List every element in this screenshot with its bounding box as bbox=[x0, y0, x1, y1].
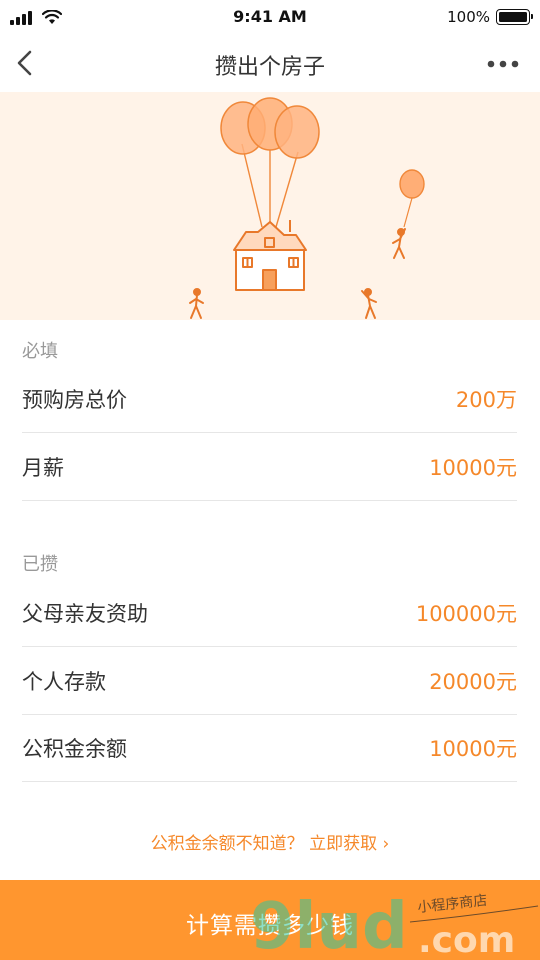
housing-fund-lookup-link[interactable]: 公积金余额不知道？ 立即获取 › bbox=[0, 829, 540, 854]
nav-bar: 攒出个房子 bbox=[0, 34, 540, 92]
row-label: 预购房总价 bbox=[22, 388, 127, 412]
calculate-button[interactable]: 计算需攒多少钱 bbox=[0, 880, 540, 960]
row-value[interactable]: 100000元 bbox=[416, 598, 517, 628]
row-value[interactable]: 200万 bbox=[456, 384, 517, 414]
row-value[interactable]: 20000元 bbox=[429, 666, 517, 696]
row-value[interactable]: 10000元 bbox=[429, 733, 517, 763]
section-label-saved: 已攒 bbox=[22, 554, 58, 575]
more-button[interactable] bbox=[486, 52, 520, 76]
row-label: 公积金余额 bbox=[22, 737, 127, 761]
balloon bbox=[399, 169, 425, 199]
battery-group: 100% bbox=[447, 8, 533, 26]
form-row-personal-savings[interactable]: 个人存款 20000元 bbox=[22, 647, 517, 715]
form-row-monthly-salary[interactable]: 月薪 10000元 bbox=[22, 433, 517, 501]
banner bbox=[0, 92, 540, 320]
form-row-family-support[interactable]: 父母亲友资助 100000元 bbox=[22, 579, 517, 647]
battery-icon bbox=[496, 9, 533, 25]
row-value[interactable]: 10000元 bbox=[429, 452, 517, 482]
section-label-required: 必填 bbox=[22, 341, 58, 362]
page-title: 攒出个房子 bbox=[214, 55, 325, 80]
calculate-button-label: 计算需攒多少钱 bbox=[186, 913, 354, 939]
battery-percent: 100% bbox=[447, 8, 490, 26]
house-balloons-illustration bbox=[189, 97, 425, 319]
form-row-housing-fund[interactable]: 公积金余额 10000元 bbox=[22, 714, 517, 782]
row-label: 父母亲友资助 bbox=[22, 602, 148, 626]
row-label: 个人存款 bbox=[22, 670, 106, 694]
status-bar: 9:41 AM 100% bbox=[0, 0, 540, 34]
row-label: 月薪 bbox=[22, 456, 64, 480]
balloon bbox=[274, 105, 320, 159]
form-row-house-price[interactable]: 预购房总价 200万 bbox=[22, 365, 517, 433]
